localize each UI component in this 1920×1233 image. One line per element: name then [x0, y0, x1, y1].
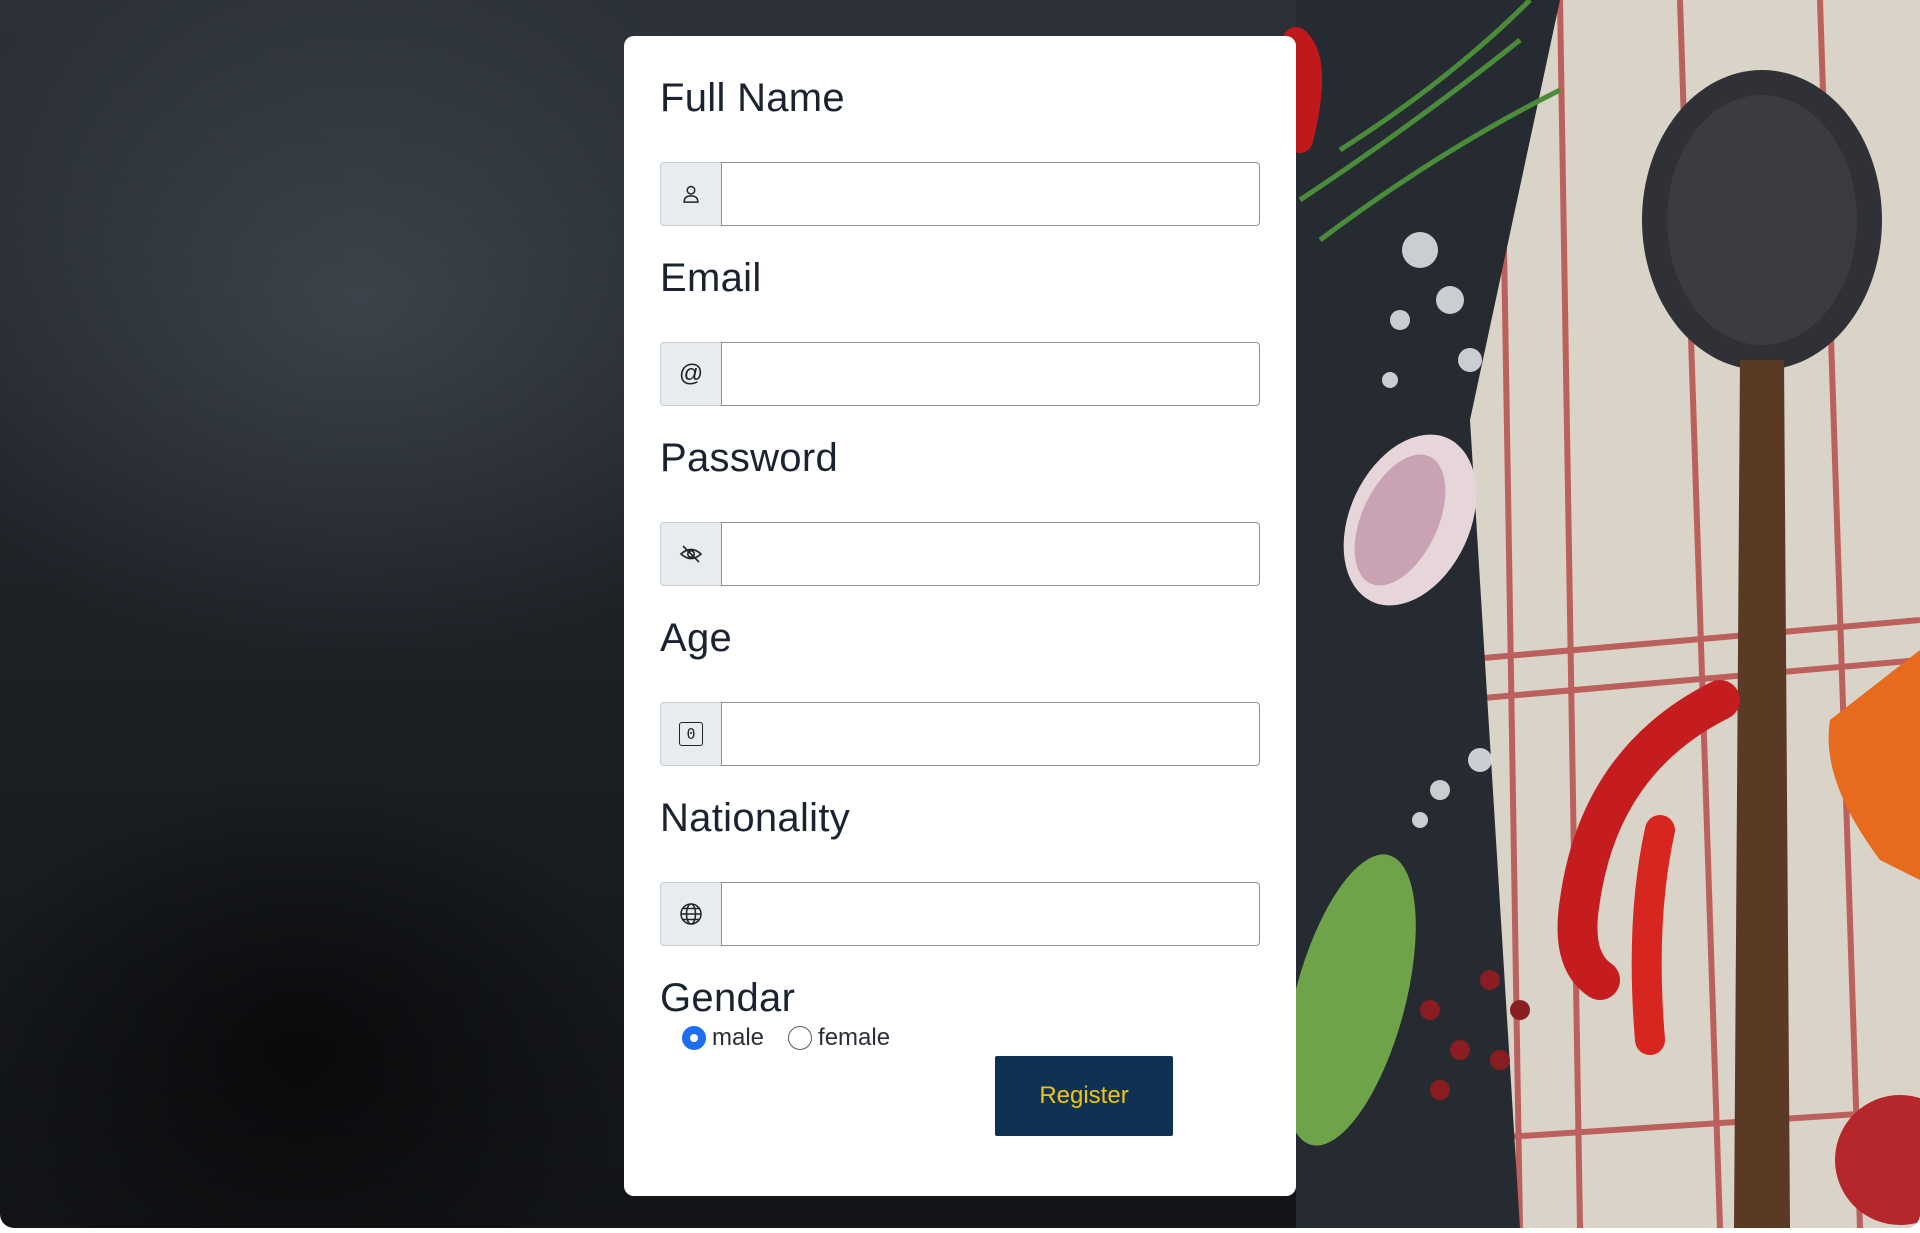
password-input[interactable] [721, 522, 1260, 586]
male-radio[interactable] [682, 1026, 706, 1050]
globe-icon [660, 882, 721, 946]
email-group: @ [660, 342, 1260, 406]
eye-slash-icon[interactable] [660, 522, 721, 586]
registration-form: Full Name Email @ Password Age 0 Nationa… [624, 36, 1296, 1196]
age-group: 0 [660, 702, 1260, 766]
full-name-label: Full Name [660, 76, 845, 120]
number-0-icon: 0 [660, 702, 721, 766]
password-label: Password [660, 436, 839, 480]
nationality-group [660, 882, 1260, 946]
female-radio[interactable] [788, 1026, 813, 1050]
gender-options: male female [682, 1020, 914, 1056]
full-name-input[interactable] [721, 162, 1260, 226]
female-label[interactable]: female [818, 1024, 890, 1052]
number-0-glyph: 0 [679, 722, 703, 746]
nationality-input[interactable] [721, 882, 1260, 946]
age-input[interactable] [721, 702, 1260, 766]
gender-label: Gendar [660, 976, 796, 1020]
email-input[interactable] [721, 342, 1260, 406]
male-label[interactable]: male [712, 1024, 764, 1052]
register-button[interactable]: Register [995, 1056, 1173, 1136]
at-icon-glyph: @ [678, 360, 704, 387]
at-icon: @ [660, 342, 721, 406]
user-icon [660, 162, 721, 226]
password-group [660, 522, 1260, 586]
nationality-label: Nationality [660, 796, 851, 840]
email-label: Email [660, 256, 762, 300]
age-label: Age [660, 616, 733, 660]
full-name-group [660, 162, 1260, 226]
